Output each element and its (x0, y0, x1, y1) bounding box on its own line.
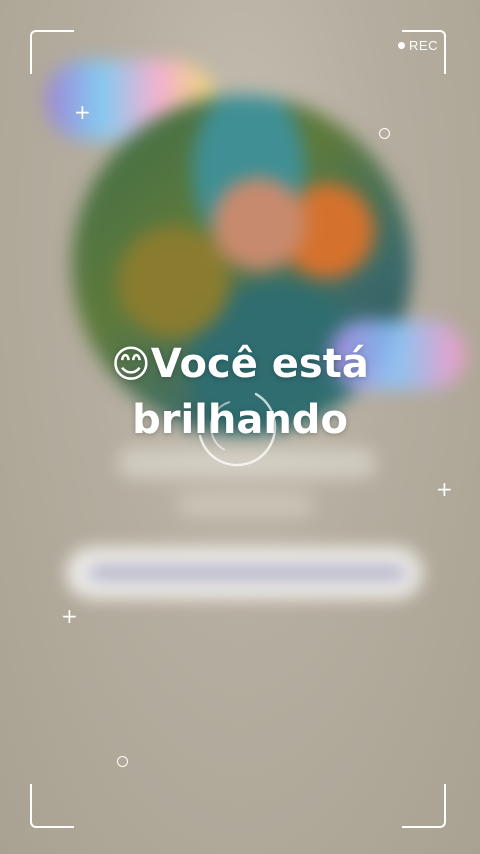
subtitle-placeholder (178, 494, 313, 516)
smile-emoji-icon: 😊 (111, 342, 151, 386)
rec-label: REC (409, 38, 438, 53)
rec-dot-icon (398, 42, 406, 49)
ring-icon (117, 756, 128, 767)
headline-line-2: brilhando (132, 397, 348, 443)
viewfinder-corner-bottom-right (402, 784, 446, 828)
ring-icon (379, 128, 390, 139)
recording-indicator: REC (398, 38, 438, 53)
headline-text-1: Você está (150, 341, 369, 387)
profile-link-pill (67, 548, 422, 598)
sparkle-icon: + (74, 100, 91, 124)
headline-line-1: 😊Você está (0, 336, 480, 392)
viewfinder-corner-top-left (30, 30, 74, 74)
headline: 😊Você está brilhando (0, 336, 480, 448)
sparkle-icon: + (61, 604, 78, 628)
sparkle-icon: + (436, 477, 453, 501)
viewfinder-corner-bottom-left (30, 784, 74, 828)
